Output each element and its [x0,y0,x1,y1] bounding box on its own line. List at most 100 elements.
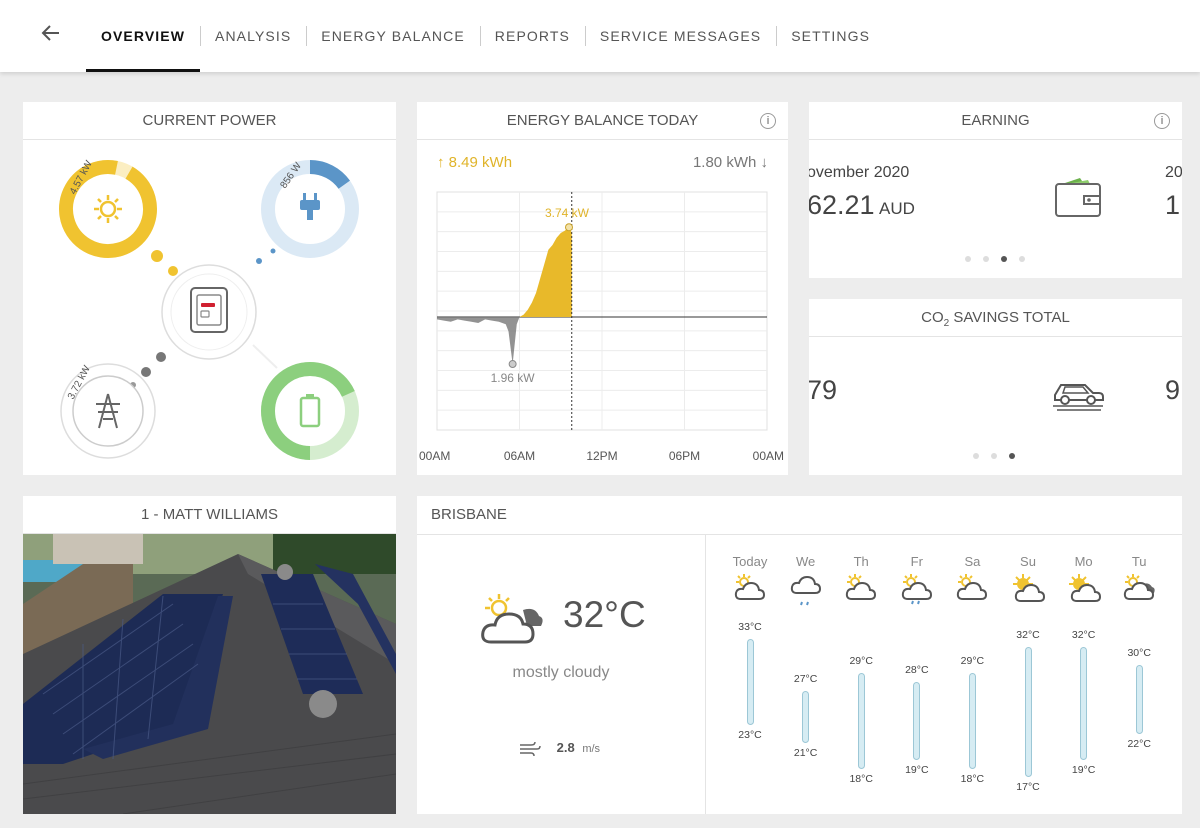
earning-card: EARNING i ovember 2020 62.21 AUD 20 1, [809,102,1182,278]
forecast-day[interactable]: Su [1000,554,1056,612]
grid-gauge: 3.72 kW [60,363,156,459]
cloudy-icon [1111,573,1167,612]
solar-gauge: 4.57 kW [59,158,157,258]
weather-column-divider [705,535,706,814]
energy-balance-card: ENERGY BALANCE TODAY i ↑ 8.49 kWh 1.80 kW… [417,102,788,475]
tab-service-messages[interactable]: SERVICE MESSAGES [584,0,776,72]
info-icon[interactable]: i [760,113,776,129]
earning-value: 62.21 [809,190,875,220]
forecast-day[interactable]: Th [833,554,889,612]
wind-icon [519,740,541,756]
carousel-dot[interactable] [973,453,979,459]
back-arrow-icon[interactable] [40,22,68,46]
tab-overview[interactable]: OVERVIEW [86,0,201,72]
up-arrow-icon: ↑ [437,154,445,171]
low-label: 1.96 kW [491,371,536,385]
carousel-dot-active[interactable] [1009,453,1015,459]
forecast-low-temp: 21°C [793,746,818,759]
forecast-day-name: Su [1020,554,1036,569]
cloud-sun-rain-icon [889,573,945,612]
weather-header-divider [417,534,1182,535]
consumed-value: 1.80 kWh [692,154,757,171]
x-tick-label: 06PM [669,449,700,463]
tab-analysis[interactable]: ANALYSIS [200,0,306,72]
card-title: CO2 SAVINGS TOTAL [809,299,1182,337]
forecast-temp-range-bar [1135,664,1143,734]
wind-unit: m/s [582,743,601,755]
tab-reports[interactable]: REPORTS [479,0,585,72]
carousel-dot[interactable] [991,453,997,459]
forecast-low-temp: 17°C [1016,781,1040,794]
inverter-icon [190,287,228,333]
low-marker [508,360,517,369]
peak-marker [565,223,573,232]
forecast-high-temp: 32°C [1071,629,1096,642]
forecast-temp-range-bar [968,673,976,769]
forecast-day-name: Tu [1131,554,1147,569]
cloud-sun-large-icon [479,592,545,653]
forecast-low-temp: 18°C [960,772,985,785]
carousel-dot-active[interactable] [1001,256,1007,262]
solar-roof-photo[interactable] [23,534,396,814]
forecast-high-temp: 29°C [960,655,985,668]
forecast-day[interactable]: Mo [1056,554,1112,612]
forecast-day[interactable]: Today [722,554,778,612]
forecast-day-name: Fr [910,554,923,569]
forecast-temp-range-bar [746,638,754,726]
top-navigation: OVERVIEW ANALYSIS ENERGY BALANCE REPORTS… [0,0,1200,72]
co2-value: 79 [809,375,838,405]
x-tick-label: 00AM [419,449,450,463]
earning-amount: 62.21 AUD [809,190,915,221]
tab-settings[interactable]: SETTINGS [776,0,885,72]
x-tick-label: 00AM [753,449,784,463]
carousel-dot[interactable] [983,256,989,262]
weather-city: BRISBANE [431,506,507,523]
wind-speed: 2.8 [556,740,575,755]
forecast-low-temp: 23°C [738,729,762,742]
carousel-dot[interactable] [1019,256,1025,262]
x-tick-label: 06AM [504,449,535,463]
forecast-day[interactable]: Fr [889,554,945,612]
co2-next-value: 9 [1165,375,1181,405]
current-temperature: 32°C [563,594,646,635]
current-power-card: CURRENT POWER 4.57 kW 856 W 3.72 kW [23,102,396,475]
co2-carousel-dots [973,453,1015,459]
earning-period: ovember 2020 [809,164,910,181]
forecast-day-name: Today [732,554,768,569]
forecast-high-temp: 30°C [1127,646,1151,659]
energy-balance-chart[interactable]: 3.74 kW 1.96 kW 00AM 06AM 12PM 06PM 00AM [417,182,788,472]
forecast: Today 33°C 23°C We 27°C 21°C Th 29°C 18°C Fr 28°C 1… [722,554,1172,814]
tab-bar: OVERVIEW ANALYSIS ENERGY BALANCE REPORTS… [86,0,885,72]
car-icon [1051,375,1105,416]
co2-title-prefix: CO [921,309,944,326]
forecast-low-temp: 19°C [905,764,929,776]
forecast-low-temp: 22°C [1127,738,1151,750]
forecast-high-temp: 32°C [1016,629,1040,642]
info-icon[interactable]: i [1154,113,1170,129]
tab-energy-balance[interactable]: ENERGY BALANCE [306,0,480,72]
forecast-day[interactable]: Tu [1111,554,1167,612]
forecast-high-temp: 28°C [905,664,929,676]
produced-total: ↑ 8.49 kWh [437,154,512,171]
forecast-high-temp: 27°C [793,672,818,685]
forecast-high-temp: 33°C [738,620,762,633]
forecast-low-temp: 19°C [1071,764,1096,776]
forecast-day[interactable]: Sa [944,554,1000,612]
system-card: 1 - MATT WILLIAMS [23,496,396,814]
carousel-dot[interactable] [965,256,971,262]
wallet-icon [1054,174,1102,223]
card-title: ENERGY BALANCE TODAY i [417,102,788,140]
cloud-sun-icon [833,573,889,612]
forecast-high-temp: 29°C [849,655,873,668]
card-title: CURRENT POWER [23,102,396,140]
cloud-sun-icon [944,573,1000,612]
earning-carousel-dots [965,256,1025,262]
forecast-temp-range-bar [913,682,921,760]
inverter-node[interactable] [161,264,257,360]
next-amount: 1, [1165,190,1182,220]
consumption-gauge: 856 W [261,160,359,258]
forecast-temp-range-bar [1080,647,1088,760]
forecast-day-name: We [795,554,816,569]
forecast-day[interactable]: We [778,554,834,612]
produced-value: 8.49 kWh [448,154,513,171]
